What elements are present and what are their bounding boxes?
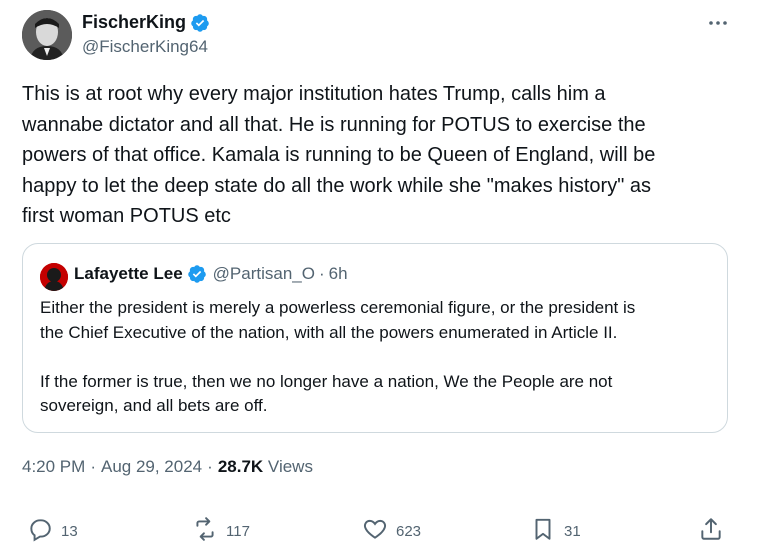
tweet-text: This is at root why every major institut… (22, 83, 656, 227)
quote-timestamp: 6h (328, 264, 348, 283)
tweet-time[interactable]: 4:20 PM (22, 457, 85, 477)
reply-icon (27, 516, 53, 546)
author-handle[interactable]: @FischerKing64 (82, 37, 208, 57)
tweet-date[interactable]: Aug 29, 2024 (101, 457, 202, 477)
bookmark-icon (530, 516, 556, 546)
repost-count: 117 (226, 522, 250, 540)
quote-author-avatar (40, 263, 68, 291)
avatar-photo (22, 10, 72, 60)
views-group: 28.7K Views (218, 457, 313, 477)
more-options-icon[interactable] (706, 11, 730, 35)
quote-handle: @Partisan_O (212, 264, 315, 283)
views-label: Views (267, 457, 313, 476)
quoted-tweet-card[interactable]: Lafayette Lee @Partisan_O · 6h Either th… (22, 243, 728, 433)
share-icon (698, 518, 724, 546)
repost-icon (192, 516, 218, 546)
reply-count: 13 (61, 522, 78, 540)
quote-header: Lafayette Lee @Partisan_O · 6h (74, 264, 348, 284)
quote-text: Either the president is merely a powerle… (40, 298, 636, 415)
like-button[interactable]: 623 (362, 516, 421, 546)
share-button[interactable] (698, 516, 724, 547)
quote-separator: · (318, 264, 325, 283)
verified-badge-icon (190, 13, 210, 33)
like-count: 623 (396, 522, 422, 540)
meta-dot: · (207, 457, 213, 476)
bookmark-button[interactable]: 31 (530, 516, 581, 546)
reply-button[interactable]: 13 (27, 516, 78, 546)
views-count: 28.7K (217, 457, 264, 476)
author-display-name[interactable]: FischerKing (82, 12, 186, 33)
heart-icon (362, 516, 388, 546)
quote-display-name: Lafayette Lee (74, 264, 183, 283)
tweet-meta: 4:20 PM · Aug 29, 2024 · 28.7K Views (22, 457, 313, 477)
quote-verified-badge-icon (187, 264, 207, 284)
bookmark-count: 31 (564, 522, 581, 540)
author-avatar[interactable] (22, 10, 72, 60)
repost-button[interactable]: 117 (192, 516, 250, 546)
meta-dot: · (90, 457, 96, 476)
author-name-row: FischerKing (82, 12, 210, 33)
